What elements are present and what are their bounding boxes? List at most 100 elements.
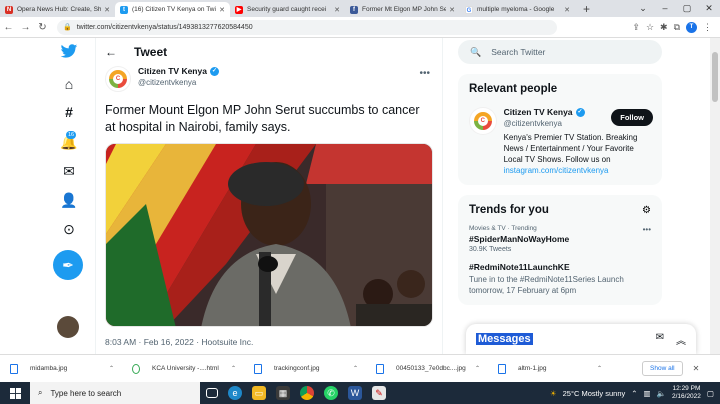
- download-item[interactable]: midamba.jpg ⌃: [0, 363, 122, 374]
- chevron-up-icon[interactable]: ⌃: [231, 365, 236, 372]
- browser-tab[interactable]: ▶ Security guard caught recei ✕: [230, 2, 345, 17]
- toolbar-icons: ⇪ ☆ ✱ ⧉ T ⋮: [632, 21, 720, 33]
- bookmark-star-icon[interactable]: ☆: [646, 22, 654, 33]
- chevron-up-icon[interactable]: ⌃: [109, 365, 114, 372]
- weather-text[interactable]: 25°C Mostly sunny: [563, 389, 626, 398]
- new-tab-button[interactable]: +: [575, 2, 598, 17]
- notification-center-icon[interactable]: ▢: [707, 389, 714, 398]
- browser-tab[interactable]: N Opera News Hub: Create, Sh ✕: [0, 2, 115, 17]
- chevron-up-icon[interactable]: ⌃: [597, 365, 602, 372]
- trend-name: #SpiderManNoWayHome: [469, 234, 570, 244]
- download-item[interactable]: altm-1.jpg ⌃: [488, 363, 610, 374]
- extension-icon[interactable]: ✱: [660, 22, 668, 33]
- tab-title: Former Mt Elgon MP John Se: [362, 6, 447, 13]
- bio-link[interactable]: instagram.com/citizentvkenya: [504, 166, 609, 175]
- trends-card: Trends for you ⚙ Movies & TV · Trending …: [458, 195, 662, 305]
- store-icon[interactable]: ▦: [276, 386, 290, 400]
- download-item[interactable]: 00450133_7e0dbc....jpg ⌃: [366, 363, 488, 374]
- network-icon[interactable]: ▥: [644, 389, 651, 398]
- maximize-icon[interactable]: ▢: [676, 0, 698, 17]
- expand-chevron-icon[interactable]: ︽: [676, 332, 686, 347]
- person-name[interactable]: Citizen TV Kenya: [504, 107, 573, 117]
- browser-tab-active[interactable]: t (16) Citizen TV Kenya on Twi ✕: [115, 2, 230, 17]
- forward-icon[interactable]: →: [17, 22, 34, 33]
- author-name[interactable]: Citizen TV Kenya: [138, 66, 207, 76]
- more-options-icon[interactable]: •••: [419, 68, 430, 79]
- back-icon[interactable]: ←: [0, 22, 17, 33]
- close-tab-icon[interactable]: ✕: [104, 6, 110, 14]
- url-field[interactable]: 🔒 twitter.com/citizentvkenya/status/1493…: [57, 19, 557, 35]
- share-icon[interactable]: ⇪: [632, 22, 640, 33]
- task-view-icon[interactable]: [206, 388, 218, 398]
- chevron-up-icon[interactable]: ⌃: [353, 365, 358, 372]
- system-tray: ☀ 25°C Mostly sunny ⌃ ▥ 🔈 12:29 PM 2/16/…: [550, 385, 720, 401]
- download-item[interactable]: trackingconf.jpg ⌃: [244, 363, 366, 374]
- close-tab-icon[interactable]: ✕: [334, 6, 340, 14]
- settings-gear-icon[interactable]: ⚙: [642, 205, 651, 216]
- file-icon: [498, 363, 506, 374]
- whatsapp-icon[interactable]: ✆: [324, 386, 338, 400]
- relevant-people-card: Relevant people C Citizen TV Kenya ✓ @ci…: [458, 74, 662, 185]
- chevron-up-icon[interactable]: ⌃: [475, 365, 480, 372]
- download-item[interactable]: KCA University -....html ⌃: [122, 363, 244, 374]
- paint-icon[interactable]: ✎: [372, 386, 386, 400]
- tray-chevron-icon[interactable]: ⌃: [631, 389, 637, 398]
- compose-tweet-button[interactable]: ✒: [53, 250, 83, 280]
- taskbar-apps: e ▭ ▦ ✆ W ✎: [206, 386, 386, 400]
- author-handle[interactable]: @citizentvkenya: [138, 78, 219, 87]
- word-icon[interactable]: W: [348, 386, 362, 400]
- more-options-icon[interactable]: •••: [643, 225, 651, 234]
- page-scrollbar[interactable]: [710, 38, 720, 354]
- follow-button[interactable]: Follow: [611, 109, 653, 126]
- tweet-author[interactable]: C Citizen TV Kenya ✓ @citizentvkenya: [105, 66, 219, 92]
- trend-item[interactable]: Movies & TV · Trending #SpiderManNoWayHo…: [469, 225, 651, 253]
- lock-icon[interactable]: 🔒: [63, 23, 72, 31]
- notifications-bell-icon[interactable]: 🔔 16: [54, 131, 84, 156]
- close-window-icon[interactable]: ✕: [698, 0, 720, 17]
- close-tab-icon[interactable]: ✕: [564, 6, 570, 14]
- new-message-icon[interactable]: ✉: [656, 332, 664, 347]
- citizen-tv-logo[interactable]: C: [105, 66, 131, 92]
- relevant-person[interactable]: C Citizen TV Kenya ✓ @citizentvkenya Ken…: [469, 107, 653, 176]
- search-box[interactable]: 🔍 Search Twitter: [458, 40, 662, 64]
- menu-icon[interactable]: ⋮: [703, 22, 712, 33]
- weather-sun-icon[interactable]: ☀: [550, 389, 557, 398]
- tweet-photo[interactable]: [105, 143, 433, 327]
- profile-avatar[interactable]: T: [686, 21, 697, 33]
- close-tab-icon[interactable]: ✕: [449, 6, 455, 14]
- explore-hashtag-icon[interactable]: #: [54, 104, 84, 126]
- messages-drawer[interactable]: Messages ✉ ︽: [466, 324, 696, 354]
- file-explorer-icon[interactable]: ▭: [252, 386, 266, 400]
- taskbar-search[interactable]: ⌕ Type here to search: [30, 382, 200, 404]
- profile-person-icon[interactable]: 👤: [54, 192, 84, 214]
- tweet-timestamp[interactable]: 8:03 AM · Feb 16, 2022 · Hootsuite Inc.: [105, 337, 253, 347]
- citizen-tv-logo[interactable]: C: [469, 107, 497, 135]
- show-all-button[interactable]: Show all: [642, 361, 683, 376]
- account-avatar[interactable]: [57, 316, 79, 338]
- tab-search-icon[interactable]: ⌄: [632, 0, 654, 17]
- file-icon: [254, 363, 262, 374]
- extensions-puzzle-icon[interactable]: ⧉: [674, 22, 680, 33]
- browser-tab-strip: N Opera News Hub: Create, Sh ✕ t (16) Ci…: [0, 0, 720, 17]
- messages-mail-icon[interactable]: ✉: [54, 163, 84, 185]
- browser-tab[interactable]: G multiple myeloma - Google ✕: [460, 2, 575, 17]
- chrome-icon[interactable]: [300, 386, 314, 400]
- right-sidebar: 🔍 Search Twitter Relevant people C Citiz…: [458, 38, 663, 354]
- volume-icon[interactable]: 🔈: [657, 389, 666, 398]
- close-downloads-icon[interactable]: ✕: [693, 364, 700, 373]
- close-tab-icon[interactable]: ✕: [219, 6, 225, 14]
- more-circle-icon[interactable]: ⊙: [54, 221, 84, 243]
- trend-item[interactable]: #RedmiNote11LaunchKE Tune in to the #Red…: [469, 262, 651, 296]
- home-icon[interactable]: ⌂: [54, 76, 84, 98]
- tweet-photo-image: [106, 144, 432, 326]
- edge-icon[interactable]: e: [228, 386, 242, 400]
- tweet-text: Former Mount Elgon MP John Serut succumb…: [105, 103, 420, 134]
- clock[interactable]: 12:29 PM 2/16/2022: [672, 385, 701, 401]
- scrollbar-thumb[interactable]: [712, 52, 718, 102]
- reload-icon[interactable]: ↻: [34, 22, 51, 33]
- windows-start-icon[interactable]: [0, 382, 30, 404]
- minimize-icon[interactable]: –: [654, 0, 676, 17]
- twitter-logo-icon[interactable]: [54, 44, 84, 66]
- browser-tab[interactable]: f Former Mt Elgon MP John Se ✕: [345, 2, 460, 17]
- back-arrow-icon[interactable]: ←: [105, 45, 117, 59]
